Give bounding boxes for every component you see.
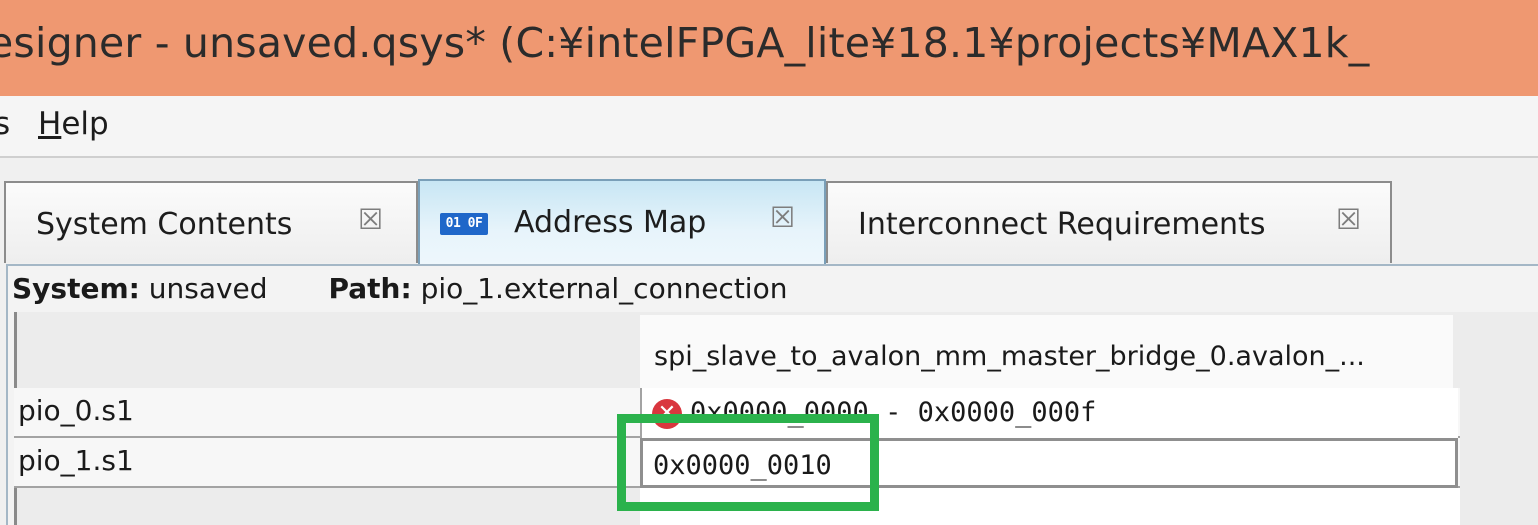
tab-label: Interconnect Requirements bbox=[858, 207, 1266, 242]
system-label: System: bbox=[12, 272, 140, 305]
close-icon[interactable]: ☒ bbox=[1336, 203, 1361, 236]
tab-interconnect-requirements[interactable]: Interconnect Requirements ☒ bbox=[826, 181, 1392, 263]
tab-address-map[interactable]: 01 0F Address Map ☒ bbox=[418, 179, 826, 265]
window-title: esigner - unsaved.qsys* (C:¥intelFPGA_li… bbox=[0, 19, 1370, 67]
menu-help-mnemonic: H bbox=[38, 106, 62, 142]
tab-strip: System Contents ☒ 01 0F Address Map ☒ In… bbox=[4, 179, 1538, 265]
address-map-icon: 01 0F bbox=[440, 213, 488, 235]
title-bar: esigner - unsaved.qsys* (C:¥intelFPGA_li… bbox=[0, 0, 1538, 96]
empty-cell bbox=[640, 488, 1460, 525]
column-header[interactable]: spi_slave_to_avalon_mm_master_bridge_0.a… bbox=[640, 315, 1453, 389]
path-label: Path: bbox=[328, 272, 412, 305]
menu-bar: s Help bbox=[0, 96, 1538, 158]
error-icon: ✕ bbox=[652, 398, 682, 429]
address-edit-field[interactable]: 0x0000_0010 bbox=[640, 438, 1458, 488]
path-bar: System: unsaved Path: pio_1.external_con… bbox=[12, 272, 787, 312]
menu-item-help[interactable]: Help bbox=[38, 106, 109, 142]
tab-system-contents[interactable]: System Contents ☒ bbox=[4, 181, 418, 263]
tab-label: System Contents bbox=[36, 207, 293, 242]
close-icon[interactable]: ☒ bbox=[770, 201, 795, 234]
menu-help-rest: elp bbox=[61, 106, 109, 142]
address-range: 0x0000_0000 - 0x0000_000f bbox=[690, 397, 1097, 428]
table-row: pio_0.s1 ✕ 0x0000_0000 - 0x0000_000f bbox=[14, 388, 1460, 438]
menu-item-clipped[interactable]: s bbox=[0, 106, 10, 142]
system-value: unsaved bbox=[148, 272, 268, 305]
table-row: pio_1.s1 0x0000_0010 bbox=[14, 438, 1460, 488]
row-name: pio_1.s1 bbox=[18, 444, 134, 477]
path-value: pio_1.external_connection bbox=[420, 272, 788, 305]
address-cell[interactable]: ✕ 0x0000_0000 - 0x0000_000f bbox=[640, 388, 1458, 438]
close-icon[interactable]: ☒ bbox=[358, 203, 383, 236]
tab-label: Address Map bbox=[514, 205, 707, 240]
row-name: pio_0.s1 bbox=[18, 394, 134, 427]
